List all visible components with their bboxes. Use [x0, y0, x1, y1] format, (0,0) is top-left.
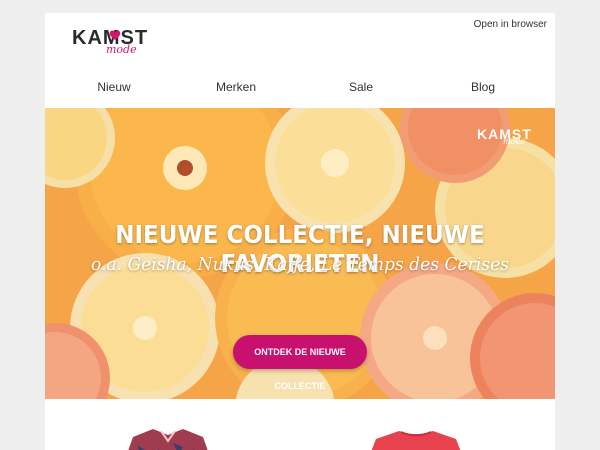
hero-banner[interactable]: KAMST mode NIEUWE COLLECTIE, NIEUWE FAVO…	[45, 108, 555, 399]
nav-item-blog[interactable]: Blog	[433, 80, 533, 94]
nav-item-sale[interactable]: Sale	[311, 80, 411, 94]
hero-logo: KAMST mode	[477, 126, 537, 148]
product-image-red-top[interactable]	[361, 425, 471, 450]
email-header: KAMST mode Open in browser	[45, 13, 555, 73]
brand-logo[interactable]: KAMST mode	[72, 27, 152, 57]
nav-item-merken[interactable]: Merken	[186, 80, 286, 94]
logo-script: mode	[106, 43, 137, 56]
nav-item-nieuw[interactable]: Nieuw	[64, 80, 164, 94]
discover-collection-button[interactable]: ONTDEK DE NIEUWE COLLECTIE	[233, 335, 367, 391]
open-in-browser-link[interactable]: Open in browser	[474, 19, 547, 30]
heart-logo-icon	[109, 30, 121, 40]
main-nav: Nieuw Merken Sale Blog	[45, 76, 555, 98]
hero-logo-script: mode	[503, 137, 526, 146]
product-image-patterned-top[interactable]	[113, 425, 223, 450]
email-container: KAMST mode Open in browser Nieuw Merken …	[45, 13, 555, 450]
product-row	[45, 399, 555, 450]
hero-subtitle: o.a. Geisha, Nukus, Kaffe, Le Temps des …	[91, 254, 509, 275]
